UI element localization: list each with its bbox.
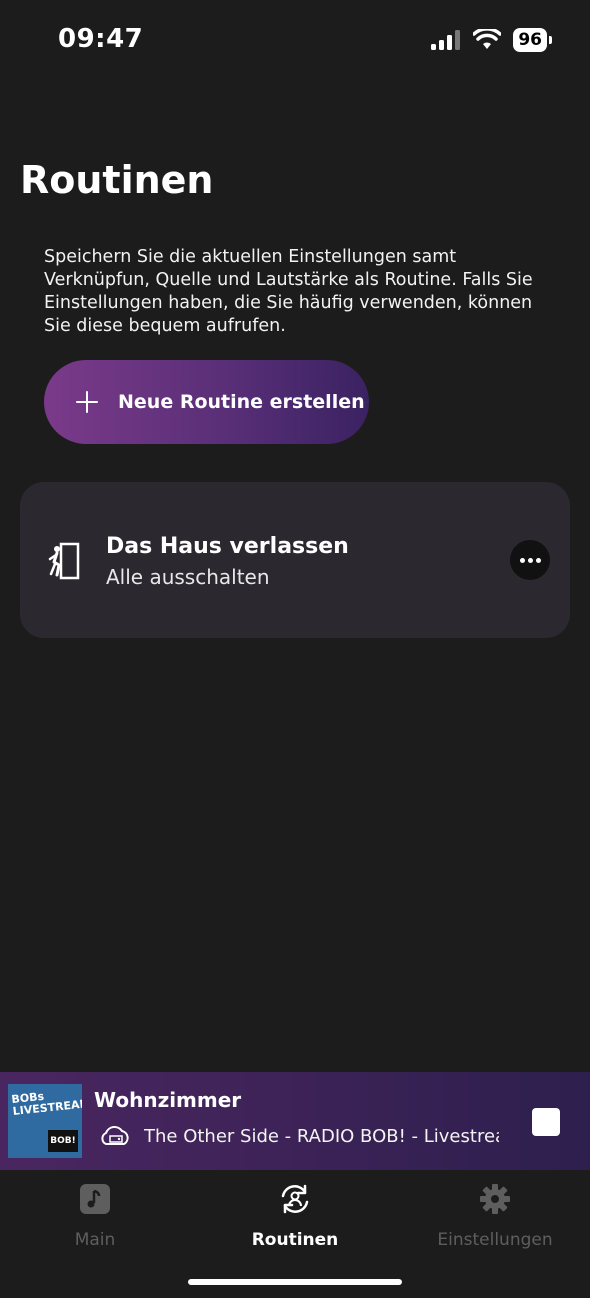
door-exit-icon: [48, 542, 80, 580]
gear-icon: [480, 1184, 510, 1214]
status-bar: 09:47 96: [0, 0, 590, 80]
routine-title: Das Haus verlassen: [106, 534, 349, 559]
cloud-radio-icon: [101, 1126, 129, 1145]
wifi-icon: [473, 29, 502, 49]
tab-einstellungen-label: Einstellungen: [437, 1230, 553, 1250]
tab-routinen-label: Routinen: [251, 1230, 339, 1250]
status-icons: 96: [431, 28, 552, 52]
player-track: The Other Side - RADIO BOB! - Livestream: [144, 1126, 499, 1147]
more-dot: [535, 557, 541, 563]
new-routine-button[interactable]: Neue Routine erstellen: [44, 360, 369, 444]
music-note-icon: [80, 1184, 110, 1214]
plus-icon: [74, 389, 100, 415]
mini-player[interactable]: BOBs LIVESTREAM BOB! Wohnzimmer The Othe…: [0, 1072, 590, 1170]
player-room: Wohnzimmer: [94, 1088, 242, 1112]
status-time: 09:47: [58, 24, 144, 54]
routine-card[interactable]: Das Haus verlassen Alle ausschalten: [20, 482, 570, 638]
stop-button[interactable]: [532, 1108, 560, 1136]
more-dot: [527, 557, 533, 563]
routine-icon: [281, 1184, 309, 1214]
routine-subtitle: Alle ausschalten: [106, 565, 270, 589]
album-art: BOBs LIVESTREAM BOB!: [8, 1084, 82, 1158]
tab-einstellungen[interactable]: Einstellungen: [400, 1182, 590, 1250]
page-description: Speichern Sie die aktuellen Einstellunge…: [44, 247, 533, 336]
album-art-logo: BOB!: [48, 1130, 78, 1152]
album-art-text: BOBs LIVESTREAM: [10, 1089, 82, 1119]
home-indicator[interactable]: [188, 1279, 402, 1285]
battery-cap: [549, 36, 552, 44]
page-title: Routinen: [20, 158, 214, 202]
battery-indicator: 96: [513, 28, 547, 52]
tab-routinen[interactable]: Routinen: [200, 1182, 390, 1250]
more-dot: [519, 557, 525, 563]
signal-icon: [431, 30, 461, 50]
tab-main-label: Main: [74, 1230, 116, 1250]
tab-main[interactable]: Main: [0, 1182, 190, 1250]
more-options-button[interactable]: [510, 540, 550, 580]
new-routine-label: Neue Routine erstellen: [118, 391, 365, 413]
